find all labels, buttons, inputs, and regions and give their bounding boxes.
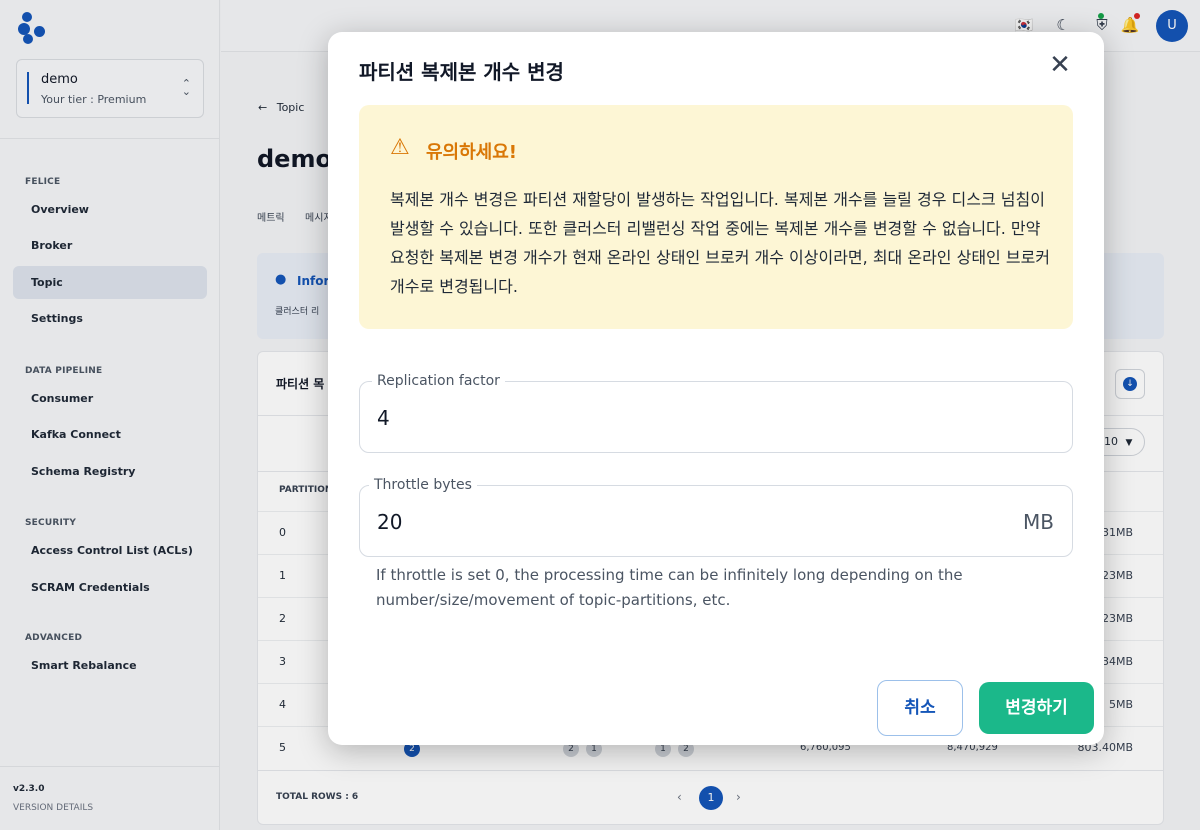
- throttle-unit: MB: [1023, 510, 1054, 534]
- warning-text: 복제본 개수 변경은 파티션 재할당이 발생하는 작업입니다. 복제본 개수를 …: [390, 190, 1051, 296]
- throttle-bytes-value: 20: [377, 510, 403, 534]
- warning-title: 유의하세요!: [426, 142, 518, 163]
- throttle-bytes-label: Throttle bytes: [369, 477, 477, 493]
- replication-factor-field[interactable]: Replication factor 4: [359, 373, 1073, 453]
- submit-button[interactable]: 변경하기: [979, 682, 1094, 734]
- warning-box: ⚠ 유의하세요! 복제본 개수 변경은 파티션 재할당이 발생하는 작업입니다.…: [359, 105, 1073, 329]
- close-icon[interactable]: ✕: [1046, 52, 1074, 80]
- throttle-bytes-field[interactable]: Throttle bytes 20 MB: [359, 477, 1073, 557]
- replication-factor-value: 4: [377, 406, 390, 430]
- replication-factor-label: Replication factor: [372, 373, 505, 389]
- modal-title: 파티션 복제본 개수 변경: [359, 60, 564, 84]
- warning-icon: ⚠: [390, 135, 410, 160]
- throttle-helper-text: If throttle is set 0, the processing tim…: [376, 566, 963, 609]
- cancel-button[interactable]: 취소: [877, 680, 963, 736]
- replication-modal: 파티션 복제본 개수 변경 ✕ ⚠ 유의하세요! 복제본 개수 변경은 파티션 …: [328, 32, 1104, 745]
